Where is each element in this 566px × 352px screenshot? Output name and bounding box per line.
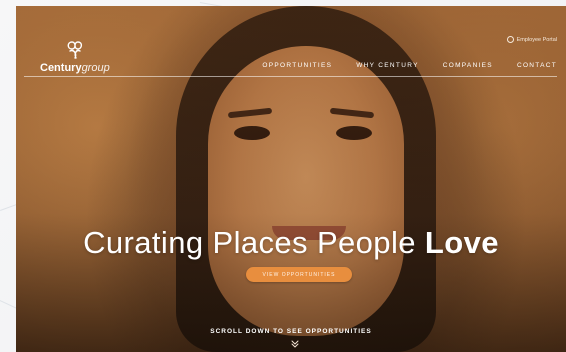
nav-item-why-century[interactable]: WHY CENTURY <box>356 62 418 69</box>
view-opportunities-button[interactable]: VIEW OPPORTUNITIES <box>246 267 352 282</box>
brand-name-light: group <box>81 62 110 74</box>
nav-item-opportunities[interactable]: OPPORTUNITIES <box>262 62 332 69</box>
employee-portal-label: Employee Portal <box>516 36 557 43</box>
scroll-down-label[interactable]: SCROLL DOWN TO SEE OPPORTUNITIES <box>16 328 566 335</box>
double-chevron-down-icon[interactable] <box>290 339 300 349</box>
employee-portal-link[interactable]: Employee Portal <box>506 36 557 43</box>
nav-item-contact[interactable]: CONTACT <box>517 62 557 69</box>
brand-name-bold: Century <box>40 62 82 74</box>
header-divider <box>24 76 557 77</box>
brand-logo[interactable]: Centurygroup <box>40 40 110 74</box>
user-circle-icon <box>506 36 514 43</box>
hero-headline-emphasis: Love <box>424 225 499 260</box>
hero-headline: Curating Places People Love <box>16 225 566 261</box>
brand-name: Centurygroup <box>40 62 110 74</box>
century-knot-icon <box>67 41 82 59</box>
hero-headline-text: Curating Places People <box>83 225 425 260</box>
site-header: Centurygroup Employee Portal OPPORTUNITI… <box>16 6 566 76</box>
nav-item-companies[interactable]: COMPANIES <box>443 62 493 69</box>
main-navigation: OPPORTUNITIES WHY CENTURY COMPANIES CONT… <box>262 62 557 69</box>
